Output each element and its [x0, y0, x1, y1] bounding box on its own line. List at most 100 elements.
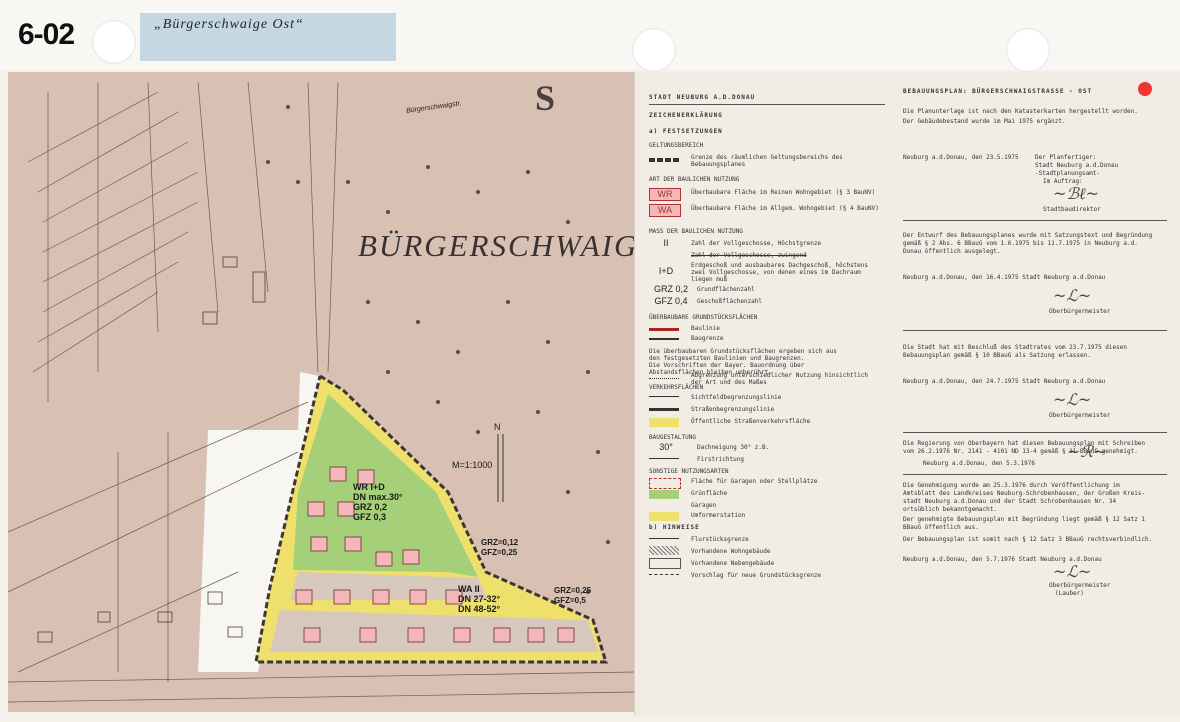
swatch-oeffentlich — [649, 418, 679, 427]
swatch-trafo — [649, 512, 679, 521]
text-s5c: (Lauber) — [1055, 590, 1084, 597]
text-s3a: Neuburg a.d.Donau, den 24.7.1975 Stadt N… — [903, 378, 1106, 385]
text-s1d: -Stadtplanungsamt- — [1035, 170, 1101, 177]
legend-sichtfeld: Sichtfeldbegrenzungslinie — [691, 394, 782, 401]
text-s3b: Oberbürgermeister — [1049, 412, 1111, 419]
swatch-baugrenze — [649, 338, 679, 340]
a-festsetzungen: a) FESTSETZUNGEN — [649, 128, 723, 135]
text-p5f: BBauG öffentlich aus. — [903, 524, 979, 531]
sym-id: I+D — [658, 266, 674, 276]
red-marker-dot — [1138, 82, 1152, 96]
text-s2a: Neuburg a.d.Donau, den 16.4.1975 Stadt N… — [903, 274, 1106, 281]
plan-map: S Bürgerschwaigstr. BÜRGERSCHWAIGE N M=1… — [8, 72, 634, 712]
sym-ii: II — [663, 238, 669, 248]
text-s1c: Stadt Neuburg a.d.Donau — [1035, 162, 1119, 169]
legend-grenze: Grenze des räumlichen Geltungsbereichs d… — [691, 154, 843, 168]
swatch-vorh-neben — [649, 558, 681, 569]
punch-hole-left — [92, 20, 136, 64]
text-p5e: Der genehmigte Bebauungsplan mit Begründ… — [903, 516, 1146, 523]
legend-gfz: Geschoßflächenzahl — [697, 298, 763, 305]
legend-garagen-fl: Fläche für Garagen oder Stellplätze — [691, 478, 818, 485]
legend-art: ART DER BAULICHEN NUTZUNG — [649, 176, 740, 183]
swatch-first — [649, 458, 679, 459]
handwritten-tag: „Bürgerschwaige Ost“ — [140, 13, 396, 61]
legend-wr: Überbaubare Fläche im Reinen Wohngebiet … — [691, 189, 876, 196]
swatch-sichtfeld — [649, 396, 679, 397]
legend-vorschlag: Vorschlag für neue Grundstücksgrenze — [691, 572, 822, 579]
legend-id: Erdgeschoß und ausbaubares Dachgeschoß, … — [691, 262, 869, 283]
text-s1a: Neuburg a.d.Donau, den 23.5.1975 — [903, 154, 1019, 161]
legend-gruen: Grünfläche — [691, 490, 728, 497]
text-s2b: Oberbürgermeister — [1049, 308, 1111, 315]
city-header: STADT NEUBURG A.D.DONAU — [649, 94, 756, 101]
scale-label: M=1:1000 — [452, 460, 493, 470]
legend-geltungsbereich: GELTUNGSBEREICH — [649, 142, 704, 149]
zeichen-header: ZEICHENERKLÄRUNG — [649, 112, 723, 119]
swatch-vorschlag — [649, 574, 679, 575]
sheet-code: 6-02 — [18, 18, 75, 51]
legend-strassenbeg: Straßenbegrenzungslinie — [691, 406, 775, 413]
swatch-gruen — [649, 490, 679, 499]
text-p3a: Die Stadt hat mit Beschluß des Stadtrate… — [903, 344, 1127, 351]
legend-vorh-wohn: Vorhandene Wohngebäude — [691, 548, 771, 555]
sym-gfz: GFZ 0,4 — [654, 296, 688, 306]
legend-dach: Dachneigung 30° z.B. — [697, 444, 770, 451]
swatch-flur — [649, 538, 679, 539]
sym-grz: GRZ 0,2 — [653, 284, 688, 294]
b-hinweise: b) HINWEISE — [649, 524, 700, 531]
text-p5b: Amtsblatt des Landkreises Neuburg-Schrob… — [903, 490, 1146, 497]
legend-ii-zwingend: Zahl der Vollgeschosse, zwingend — [691, 252, 807, 259]
plan-title: BEBAUUNGSPLAN: BÜRGERSCHWAIGSTRASSE - OS… — [903, 88, 1093, 95]
legend-mass: MASS DER BAULICHEN NUTZUNG — [649, 228, 743, 235]
text-p1b: Der Gebäudebestand wurde im Mai 1975 erg… — [903, 118, 1066, 125]
text-p2a: Der Entwurf des Bebauungsplanes wurde mi… — [903, 232, 1153, 239]
text-p1a: Die Planunterlage ist nach den Katasterk… — [903, 108, 1138, 115]
swatch-wr: WR — [649, 188, 681, 201]
zone-wa-mid-label: GRZ=0,12 GFZ=0,25 — [481, 538, 519, 557]
text-p2c: Donau öffentlich ausgelegt. — [903, 248, 1001, 255]
sym-dach: 30° — [659, 442, 673, 452]
north-label: N — [494, 422, 501, 432]
signature-3: ~ℒ~ — [1053, 390, 1092, 409]
zone-east-label: GRZ=0,25 GFZ=0,5 — [554, 586, 592, 605]
text-p4a: Die Regierung von Oberbayern hat diesen … — [903, 440, 1146, 447]
legend-abgrenzung: Abgrenzung unterschiedlicher Nutzung hin… — [691, 372, 869, 386]
legend-vorh-neben: Vorhandene Nebengebäude — [691, 560, 775, 567]
text-s1b: Der Planfertiger: — [1035, 154, 1097, 161]
swatch-abgrenzung — [649, 378, 679, 379]
svg-text:S: S — [535, 78, 555, 118]
swatch-baulinie — [649, 328, 679, 331]
text-p5g: Der Bebauungsplan ist somit nach § 12 Sa… — [903, 536, 1153, 543]
text-p5d: ortsüblich bekanntgemacht. — [903, 506, 997, 513]
zone-wr-label: WR I+D DN max.30° GRZ 0,2 GFZ 0,3 — [353, 482, 403, 522]
text-p5a: Die Genehmigung wurde am 25.3.1976 durch… — [903, 482, 1120, 489]
place-name: BÜRGERSCHWAIGE — [358, 228, 634, 263]
legend-oeffentlich: Öffentliche Straßenverkehrsfläche — [691, 418, 811, 425]
zone-wa-south-label: WA II DN 27-32° DN 48-52° — [458, 584, 501, 614]
swatch-strasse — [649, 408, 679, 411]
legend-baulinie: Baulinie — [691, 325, 720, 332]
legend-panel: STADT NEUBURG A.D.DONAU ZEICHENERKLÄRUNG… — [634, 72, 1180, 716]
legend-flur: Flurstücksgrenze — [691, 536, 749, 543]
legend-ueberbaubar: ÜBERBAUBARE GRUNDSTÜCKSFLÄCHEN — [649, 314, 758, 321]
signature-2: ~ℒ~ — [1053, 286, 1092, 305]
swatch-garagen-fl — [649, 478, 681, 489]
legend-wa: Überbaubare Fläche im Allgem. Wohngebiet… — [691, 205, 879, 212]
legend-baugrenze: Baugrenze — [691, 335, 724, 342]
legend-trafo: Umformerstation — [691, 512, 746, 519]
swatch-wa: WA — [649, 204, 681, 217]
legend-sonst: SONSTIGE NUTZUNGSARTEN — [649, 468, 729, 475]
text-p2b: gemäß § 2 Abs. 6 BBauG vom 1.6.1975 bis … — [903, 240, 1138, 247]
legend-note1: Die überbaubaren Grundstücksflächen erge… — [649, 348, 837, 362]
text-s5b: Oberbürgermeister — [1049, 582, 1111, 589]
tag-label: „Bürgerschwaige Ost“ — [154, 17, 304, 32]
legend-ii: Zahl der Vollgeschosse, Höchstgrenze — [691, 240, 822, 247]
punch-hole-middle — [632, 28, 676, 72]
text-p5c: stadt Neuburg a.d.Donau und der Stadt Sc… — [903, 498, 1117, 505]
punch-hole-right — [1006, 28, 1050, 72]
legend-first: Firstrichtung — [697, 456, 744, 463]
legend-garagen: Garagen — [691, 502, 717, 509]
legend-bauweise: BAUGESTALTUNG — [649, 434, 696, 441]
signature-4: ~ℛ~ — [1067, 442, 1107, 461]
text-p3b: Bebauungsplan gemäß § 10 BBauG als Satzu… — [903, 352, 1091, 359]
